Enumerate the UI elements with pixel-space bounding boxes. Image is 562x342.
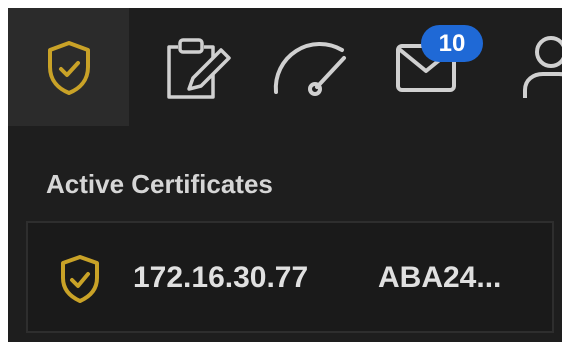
certificate-id: ABA24... [378, 261, 502, 294]
shield-check-icon [48, 41, 90, 95]
tab-performance[interactable] [250, 8, 371, 126]
shield-check-icon [61, 255, 99, 303]
tab-certificates[interactable] [8, 8, 129, 126]
notification-badge: 10 [421, 25, 483, 62]
certificate-row[interactable]: 172.16.30.77 ABA24... [26, 221, 554, 333]
gauge-icon [273, 42, 346, 96]
tab-tasks[interactable] [129, 8, 250, 126]
toolbar: 10 [8, 8, 562, 126]
certificate-ip: 172.16.30.77 [133, 261, 309, 294]
tab-profile[interactable] [492, 8, 562, 126]
user-icon [523, 36, 562, 98]
clipboard-edit-icon [167, 38, 231, 99]
active-certificates-title: Active Certificates [46, 169, 273, 199]
certificates-panel: 10 Active Certificates 172.16.30.77 ABA2… [8, 8, 562, 342]
